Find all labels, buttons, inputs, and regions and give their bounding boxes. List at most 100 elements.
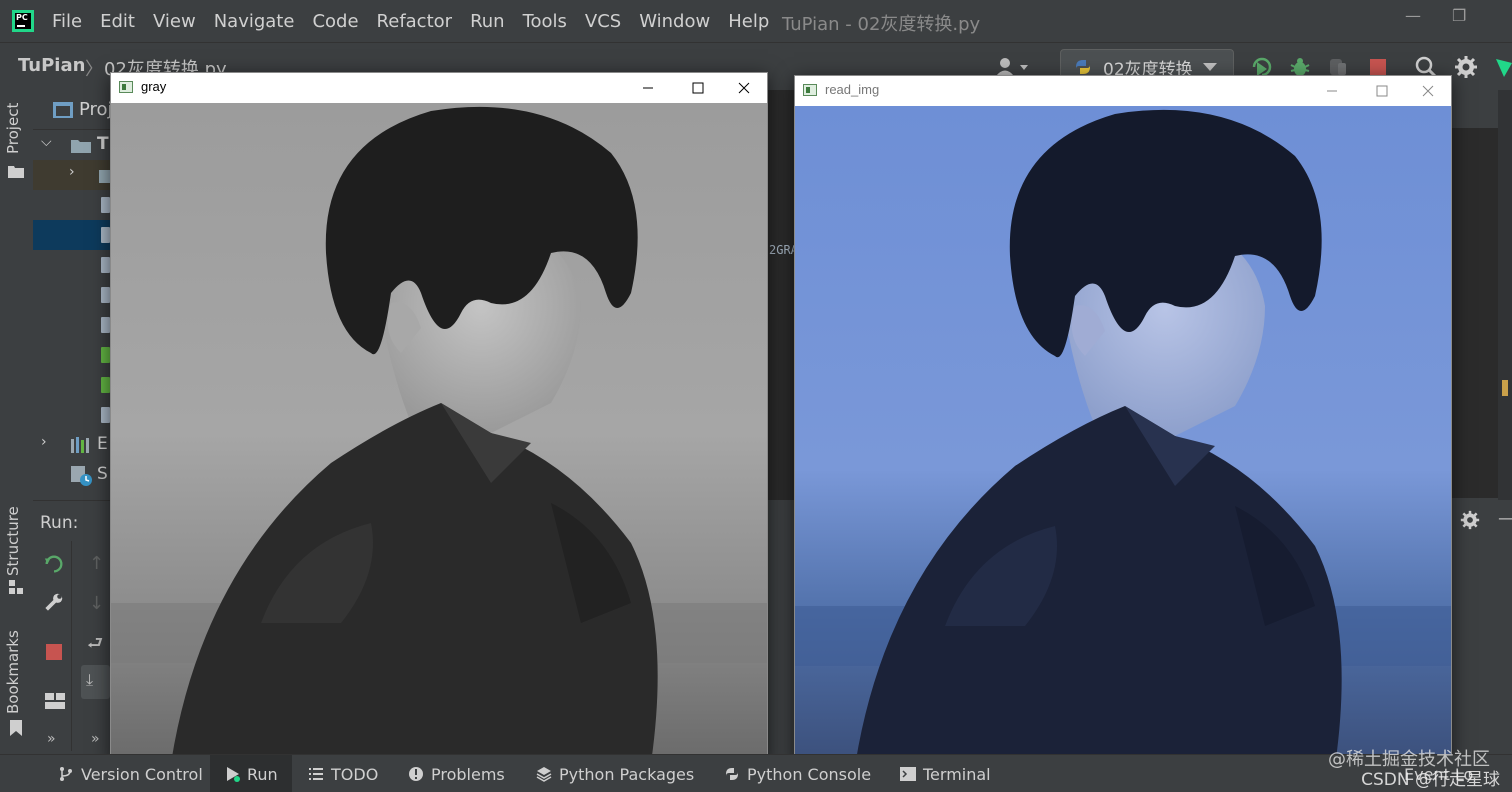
python-file-icon (101, 257, 110, 273)
rerun-icon[interactable] (43, 553, 65, 575)
tree-file-row-selected[interactable] (33, 220, 110, 250)
chevron-right-icon: › (41, 434, 47, 450)
arrow-down-icon[interactable]: ↓ (89, 593, 104, 614)
problems-tab[interactable]: Problems (402, 755, 511, 792)
terminal-icon (900, 767, 916, 781)
gray-window-titlebar[interactable]: gray (111, 73, 767, 103)
color-portrait-image (795, 106, 1451, 764)
todo-tab-label: TODO (331, 764, 379, 784)
problems-tab-label: Problems (431, 764, 505, 784)
read-img-window-titlebar[interactable]: read_img (795, 76, 1451, 106)
layout-icon[interactable] (45, 693, 65, 709)
python-packages-tab[interactable]: Python Packages (530, 755, 700, 792)
menu-bar: PC File Edit View Navigate Code Refactor… (0, 0, 1512, 42)
project-tool-window: Proj ⌵ T › › E S (33, 90, 113, 500)
menu-refactor[interactable]: Refactor (377, 11, 453, 32)
python-packages-label: Python Packages (559, 764, 695, 784)
bookmarks-tool-tab[interactable]: Bookmarks (4, 630, 22, 714)
minimize-icon[interactable] (1309, 76, 1355, 106)
folder-icon (8, 166, 24, 178)
arrow-up-icon[interactable]: ↑ (89, 553, 104, 574)
menu-view[interactable]: View (153, 11, 196, 32)
code-editor[interactable] (768, 90, 794, 500)
version-control-label: Version Control (81, 764, 203, 784)
python-icon (726, 768, 738, 780)
tree-file-row[interactable] (33, 400, 110, 430)
read-img-window[interactable]: read_img (794, 75, 1452, 765)
jetbrains-toolbox-icon[interactable] (1492, 55, 1512, 79)
layers-icon (536, 767, 552, 782)
tree-file-row[interactable] (33, 310, 110, 340)
gray-image-canvas (111, 103, 767, 761)
project-tool-tab[interactable]: Project (4, 103, 22, 154)
tree-subfolder[interactable]: › (33, 160, 110, 190)
menu-tools[interactable]: Tools (523, 11, 567, 32)
close-icon[interactable] (1405, 76, 1451, 106)
code-editor-right[interactable] (1452, 128, 1498, 498)
library-icon (71, 437, 89, 453)
info-circle-icon (409, 767, 423, 781)
stop-icon[interactable] (45, 643, 63, 661)
user-account-icon[interactable] (995, 57, 1031, 77)
tree-scratches-label: S (97, 464, 108, 484)
tree-file-row[interactable] (33, 340, 110, 370)
menu-help[interactable]: Help (728, 11, 769, 32)
restore-window-button[interactable]: ❐ (1452, 6, 1466, 25)
todo-tab[interactable]: TODO (302, 755, 384, 792)
chevron-right-icon: › (69, 164, 75, 180)
run-tab-label: Run (247, 764, 278, 784)
window-title: TuPian - 02灰度转换.py (782, 14, 981, 35)
editor-scrollbar[interactable] (1498, 90, 1512, 500)
bookmark-icon (10, 720, 22, 736)
run-panel-label: Run: (40, 513, 79, 533)
menu-window[interactable]: Window (639, 11, 710, 32)
maximize-icon[interactable] (1359, 76, 1405, 106)
run-tab[interactable]: Run (210, 755, 292, 792)
image-file-icon (101, 347, 110, 363)
tree-root-folder[interactable]: ⌵ T (33, 130, 110, 160)
menu-code[interactable]: Code (312, 11, 358, 32)
tree-file-row[interactable] (33, 370, 110, 400)
more-actions-icon[interactable]: » (47, 731, 56, 747)
soft-wrap-icon[interactable]: ⮐ (87, 631, 103, 661)
project-panel-header: Proj (33, 90, 113, 130)
minimize-panel-icon[interactable]: — (1498, 508, 1512, 529)
python-file-icon (101, 287, 110, 303)
terminal-label: Terminal (923, 764, 991, 784)
python-console-label: Python Console (747, 764, 872, 784)
grayscale-portrait-image (111, 103, 767, 761)
more-actions-icon[interactable]: » (91, 731, 100, 747)
menu-file[interactable]: File (52, 11, 82, 32)
minimize-icon[interactable] (625, 73, 671, 103)
structure-tool-tab[interactable]: Structure (4, 506, 22, 576)
gray-image-window[interactable]: gray (110, 72, 768, 762)
tree-scratches[interactable]: S (33, 460, 110, 490)
tree-file-row[interactable] (33, 190, 110, 220)
structure-icon (9, 580, 23, 594)
folder-icon (71, 140, 91, 153)
python-file-icon (101, 227, 110, 243)
tree-file-row[interactable] (33, 250, 110, 280)
tree-file-row[interactable] (33, 280, 110, 310)
breadcrumb-project[interactable]: TuPian (18, 55, 85, 76)
tree-external-libraries[interactable]: › E (33, 430, 110, 460)
menu-navigate[interactable]: Navigate (214, 11, 295, 32)
gray-window-title: gray (141, 79, 167, 94)
close-icon[interactable] (721, 73, 767, 103)
minimize-window-button[interactable]: — (1405, 6, 1421, 25)
read-img-canvas (795, 106, 1451, 764)
branch-icon (60, 767, 72, 781)
run-play-icon (227, 767, 240, 782)
maximize-icon[interactable] (675, 73, 721, 103)
left-tool-stripe: Project Structure Bookmarks (0, 90, 33, 754)
python-console-tab[interactable]: Python Console (718, 755, 877, 792)
menu-vcs[interactable]: VCS (585, 11, 621, 32)
settings-gear-icon[interactable] (1454, 55, 1478, 79)
menu-run[interactable]: Run (470, 11, 505, 32)
terminal-tab[interactable]: Terminal (894, 755, 997, 792)
settings-gear-icon[interactable] (1460, 510, 1480, 530)
scroll-to-end-button[interactable]: ⤓ (81, 665, 110, 699)
version-control-tab[interactable]: Version Control (52, 755, 209, 792)
menu-edit[interactable]: Edit (100, 11, 135, 32)
wrench-icon[interactable] (43, 591, 65, 613)
